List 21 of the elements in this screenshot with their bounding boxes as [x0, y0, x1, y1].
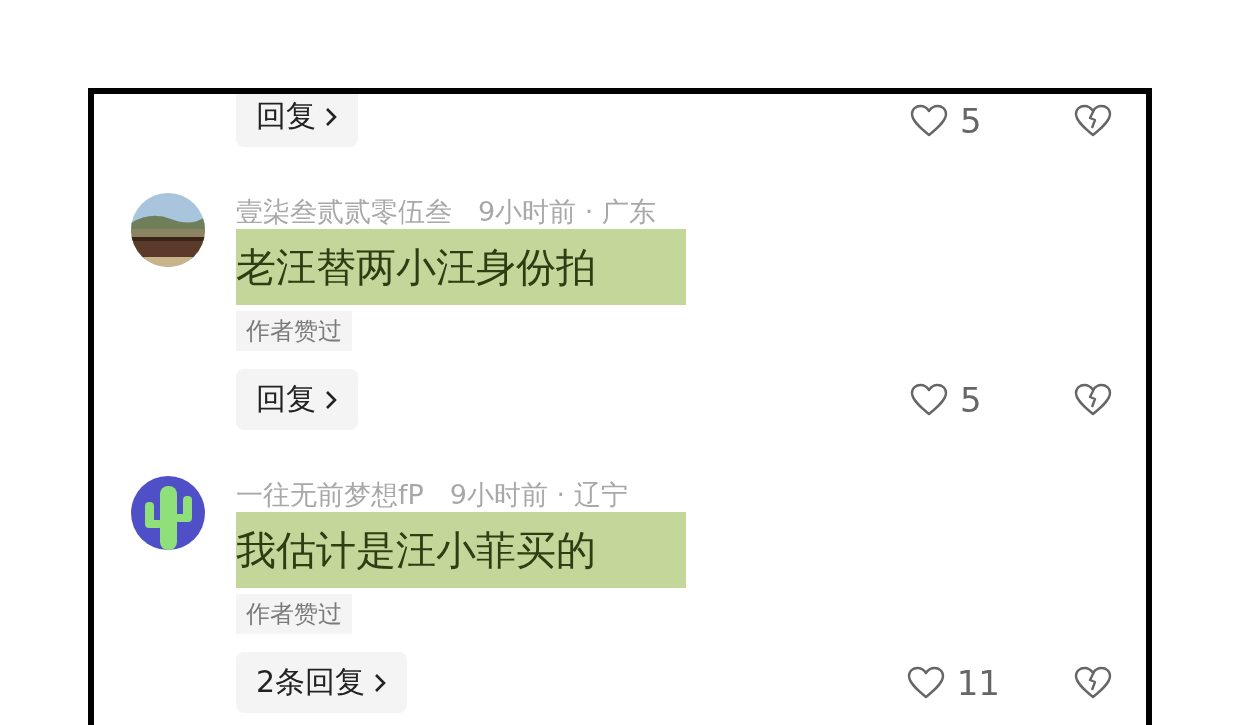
author-liked-badge: 作者赞过: [236, 311, 352, 351]
broken-heart-icon[interactable]: [1074, 382, 1112, 417]
heart-icon[interactable]: [910, 103, 948, 138]
chevron-icon: [324, 105, 338, 128]
broken-heart-icon[interactable]: [1074, 103, 1112, 138]
broken-heart-icon[interactable]: [1074, 665, 1112, 700]
reply-button[interactable]: 回复: [236, 369, 358, 430]
reply-button[interactable]: 回复: [236, 94, 358, 147]
like-count: 11: [956, 662, 1000, 703]
chevron-icon: [324, 388, 338, 411]
heart-icon[interactable]: [910, 382, 948, 417]
like-count: 5: [960, 379, 983, 420]
comment-text: 我估计是汪小菲买的: [236, 512, 686, 588]
heart-icon[interactable]: [906, 665, 945, 700]
like-count: 5: [960, 100, 983, 141]
comment-meta: 9小时前 · 广东: [478, 195, 656, 229]
chevron-icon: [373, 671, 388, 694]
comment-text: 老汪替两小汪身份拍: [236, 229, 686, 305]
author-liked-badge: 作者赞过: [236, 594, 352, 634]
reply-button[interactable]: 2条回复: [236, 652, 408, 713]
comment-meta: 9小时前 · 辽宁: [449, 478, 628, 512]
